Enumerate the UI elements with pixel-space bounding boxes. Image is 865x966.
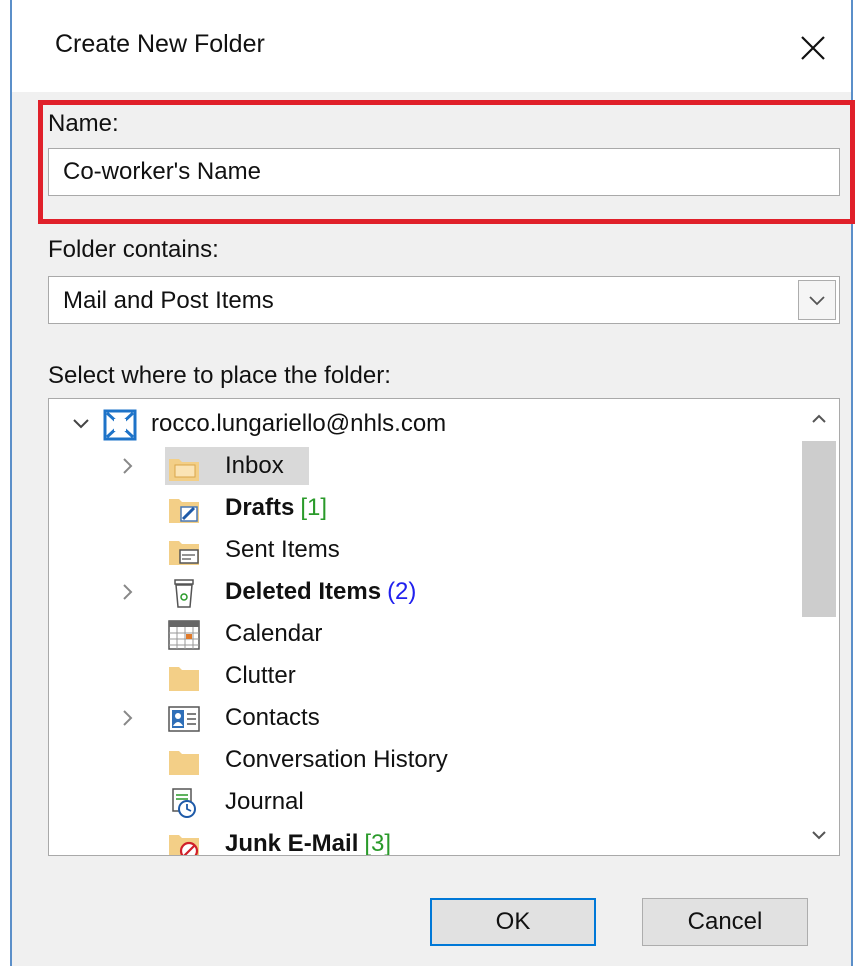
tree-item-label: Sent Items — [225, 536, 340, 563]
chevron-up-icon — [812, 414, 826, 423]
folder-icon — [167, 745, 201, 777]
unread-count: [1] — [300, 494, 328, 521]
close-icon — [801, 36, 825, 60]
chevron-right-icon[interactable] — [115, 454, 139, 478]
placement-label: Select where to place the folder: — [48, 362, 391, 389]
dialog-body: Name: Folder contains: Mail and Post Ite… — [12, 92, 855, 966]
title-bar: Create New Folder — [12, 0, 851, 92]
tree-item-junk-email[interactable]: Junk E-Mail [3] — [49, 823, 797, 856]
scroll-down-button[interactable] — [799, 815, 839, 855]
chevron-right-icon[interactable] — [115, 706, 139, 730]
unread-count: (2) — [387, 578, 417, 605]
tree-item-label: Deleted Items — [225, 578, 382, 605]
tree-item-label: Drafts — [225, 494, 295, 521]
tree-item-label: Calendar — [225, 620, 323, 647]
tree-item-label: Junk E-Mail — [225, 830, 359, 856]
account-label: rocco.lungariello@nhls.com — [151, 410, 447, 437]
deleted-items-icon — [167, 577, 201, 609]
tree-account-row[interactable]: rocco.lungariello@nhls.com — [49, 403, 797, 445]
inbox-folder-icon — [167, 451, 201, 483]
unread-count: [3] — [364, 830, 392, 856]
tree-item-deleted-items[interactable]: Deleted Items (2) — [49, 571, 797, 613]
scroll-thumb[interactable] — [802, 441, 836, 617]
tree-item-label: Inbox — [225, 452, 284, 479]
tree-item-label: Journal — [225, 788, 304, 815]
junk-email-folder-icon — [167, 829, 201, 855]
dialog-title: Create New Folder — [55, 30, 265, 58]
tree-item-calendar[interactable]: Calendar — [49, 613, 797, 655]
close-button[interactable] — [783, 18, 843, 78]
name-label: Name: — [48, 110, 119, 137]
calendar-icon — [167, 619, 201, 651]
chevron-right-icon[interactable] — [115, 580, 139, 604]
folder-contains-select[interactable]: Mail and Post Items — [48, 276, 840, 324]
tree-item-label: Contacts — [225, 704, 320, 731]
dropdown-button[interactable] — [798, 280, 836, 320]
chevron-down-icon[interactable] — [69, 412, 93, 436]
tree-item-clutter[interactable]: Clutter — [49, 655, 797, 697]
tree-item-contacts[interactable]: Contacts — [49, 697, 797, 739]
name-input[interactable] — [48, 148, 840, 196]
drafts-folder-icon — [167, 493, 201, 525]
tree-item-inbox[interactable]: Inbox — [49, 445, 797, 487]
folder-icon — [167, 661, 201, 693]
journal-icon — [167, 787, 201, 819]
sent-items-folder-icon — [167, 535, 201, 567]
exchange-account-icon — [103, 409, 137, 441]
folder-tree[interactable]: rocco.lungariello@nhls.com Inbox Drafts … — [48, 398, 840, 856]
folder-contains-value: Mail and Post Items — [63, 287, 274, 314]
contacts-icon — [167, 703, 201, 735]
tree-item-drafts[interactable]: Drafts [1] — [49, 487, 797, 529]
tree-scrollbar[interactable] — [799, 399, 839, 855]
tree-item-sent-items[interactable]: Sent Items — [49, 529, 797, 571]
create-new-folder-dialog: Create New Folder Name: Folder contains:… — [10, 0, 855, 966]
cancel-button[interactable]: Cancel — [642, 898, 808, 946]
folder-contains-label: Folder contains: — [48, 236, 219, 263]
tree-item-label: Conversation History — [225, 746, 448, 773]
scroll-up-button[interactable] — [799, 399, 839, 439]
tree-item-journal[interactable]: Journal — [49, 781, 797, 823]
chevron-down-icon — [809, 296, 825, 306]
chevron-down-icon — [812, 831, 826, 840]
tree-item-conversation-history[interactable]: Conversation History — [49, 739, 797, 781]
tree-item-label: Clutter — [225, 662, 296, 689]
ok-button[interactable]: OK — [430, 898, 596, 946]
